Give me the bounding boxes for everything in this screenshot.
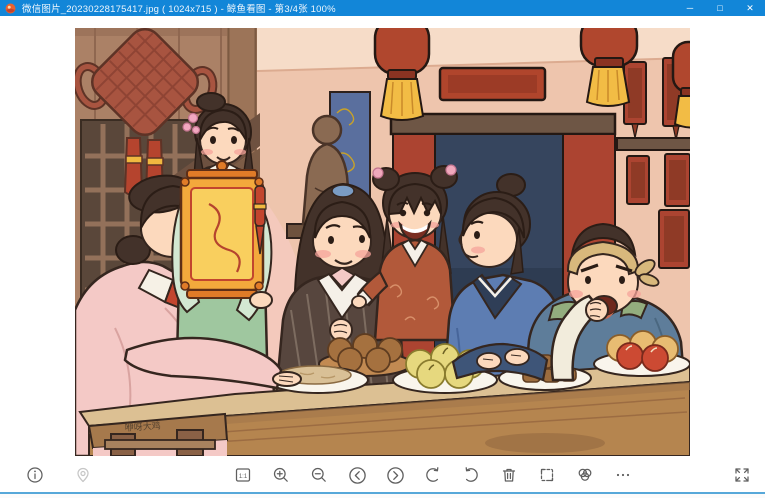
window-title: 微信图片_20230228175417.jpg ( 1024x715 ) - 鲸… <box>22 4 336 15</box>
palace-lantern-gift <box>179 160 273 309</box>
zoom-in-button[interactable] <box>268 462 294 488</box>
next-image-icon <box>386 466 404 484</box>
info-icon <box>27 467 43 483</box>
bottom-toolbar: 1:1 <box>0 458 765 492</box>
rotate-right-icon <box>465 467 478 482</box>
previous-image-icon <box>348 466 366 484</box>
rotate-left-button[interactable] <box>420 462 446 488</box>
zoom-in-icon <box>273 467 288 482</box>
rotate-left-icon <box>426 467 439 482</box>
window-controls: ─ □ ✕ <box>675 0 765 16</box>
more-button[interactable] <box>610 462 636 488</box>
minimize-button[interactable]: ─ <box>675 0 705 16</box>
window-bottom-edge <box>0 494 765 498</box>
displayed-image: 咿呀大鸡 <box>75 28 690 456</box>
zoom-out-button[interactable] <box>306 462 332 488</box>
actual-size-button[interactable]: 1:1 <box>230 462 256 488</box>
wall-plaque <box>438 66 547 102</box>
close-button[interactable]: ✕ <box>735 0 765 16</box>
titlebar: 微信图片_20230228175417.jpg ( 1024x715 ) - 鲸… <box>0 0 765 16</box>
rotate-right-button[interactable] <box>458 462 484 488</box>
app-icon <box>5 3 16 13</box>
crop-button[interactable] <box>534 462 560 488</box>
actual-size-icon: 1:1 <box>235 468 251 482</box>
color-filter-button[interactable] <box>572 462 598 488</box>
fullscreen-icon <box>735 468 749 482</box>
next-image-button[interactable] <box>382 462 408 488</box>
viewer-canvas: 咿呀大鸡 <box>0 16 765 458</box>
location-pin-icon <box>77 467 89 483</box>
crop-icon <box>540 468 554 482</box>
fullscreen-button[interactable] <box>729 462 755 488</box>
more-icon <box>616 473 630 477</box>
location-button[interactable] <box>70 462 96 488</box>
delete-icon <box>502 468 516 482</box>
previous-image-button[interactable] <box>344 462 370 488</box>
delete-button[interactable] <box>496 462 522 488</box>
zoom-out-icon <box>311 467 326 482</box>
app-window: { "window": { "title_full": "微信图片_202302… <box>0 0 765 498</box>
svg-text:1:1: 1:1 <box>239 474 248 480</box>
info-button[interactable] <box>22 462 48 488</box>
color-filter-icon <box>578 468 592 481</box>
maximize-button[interactable]: □ <box>705 0 735 16</box>
